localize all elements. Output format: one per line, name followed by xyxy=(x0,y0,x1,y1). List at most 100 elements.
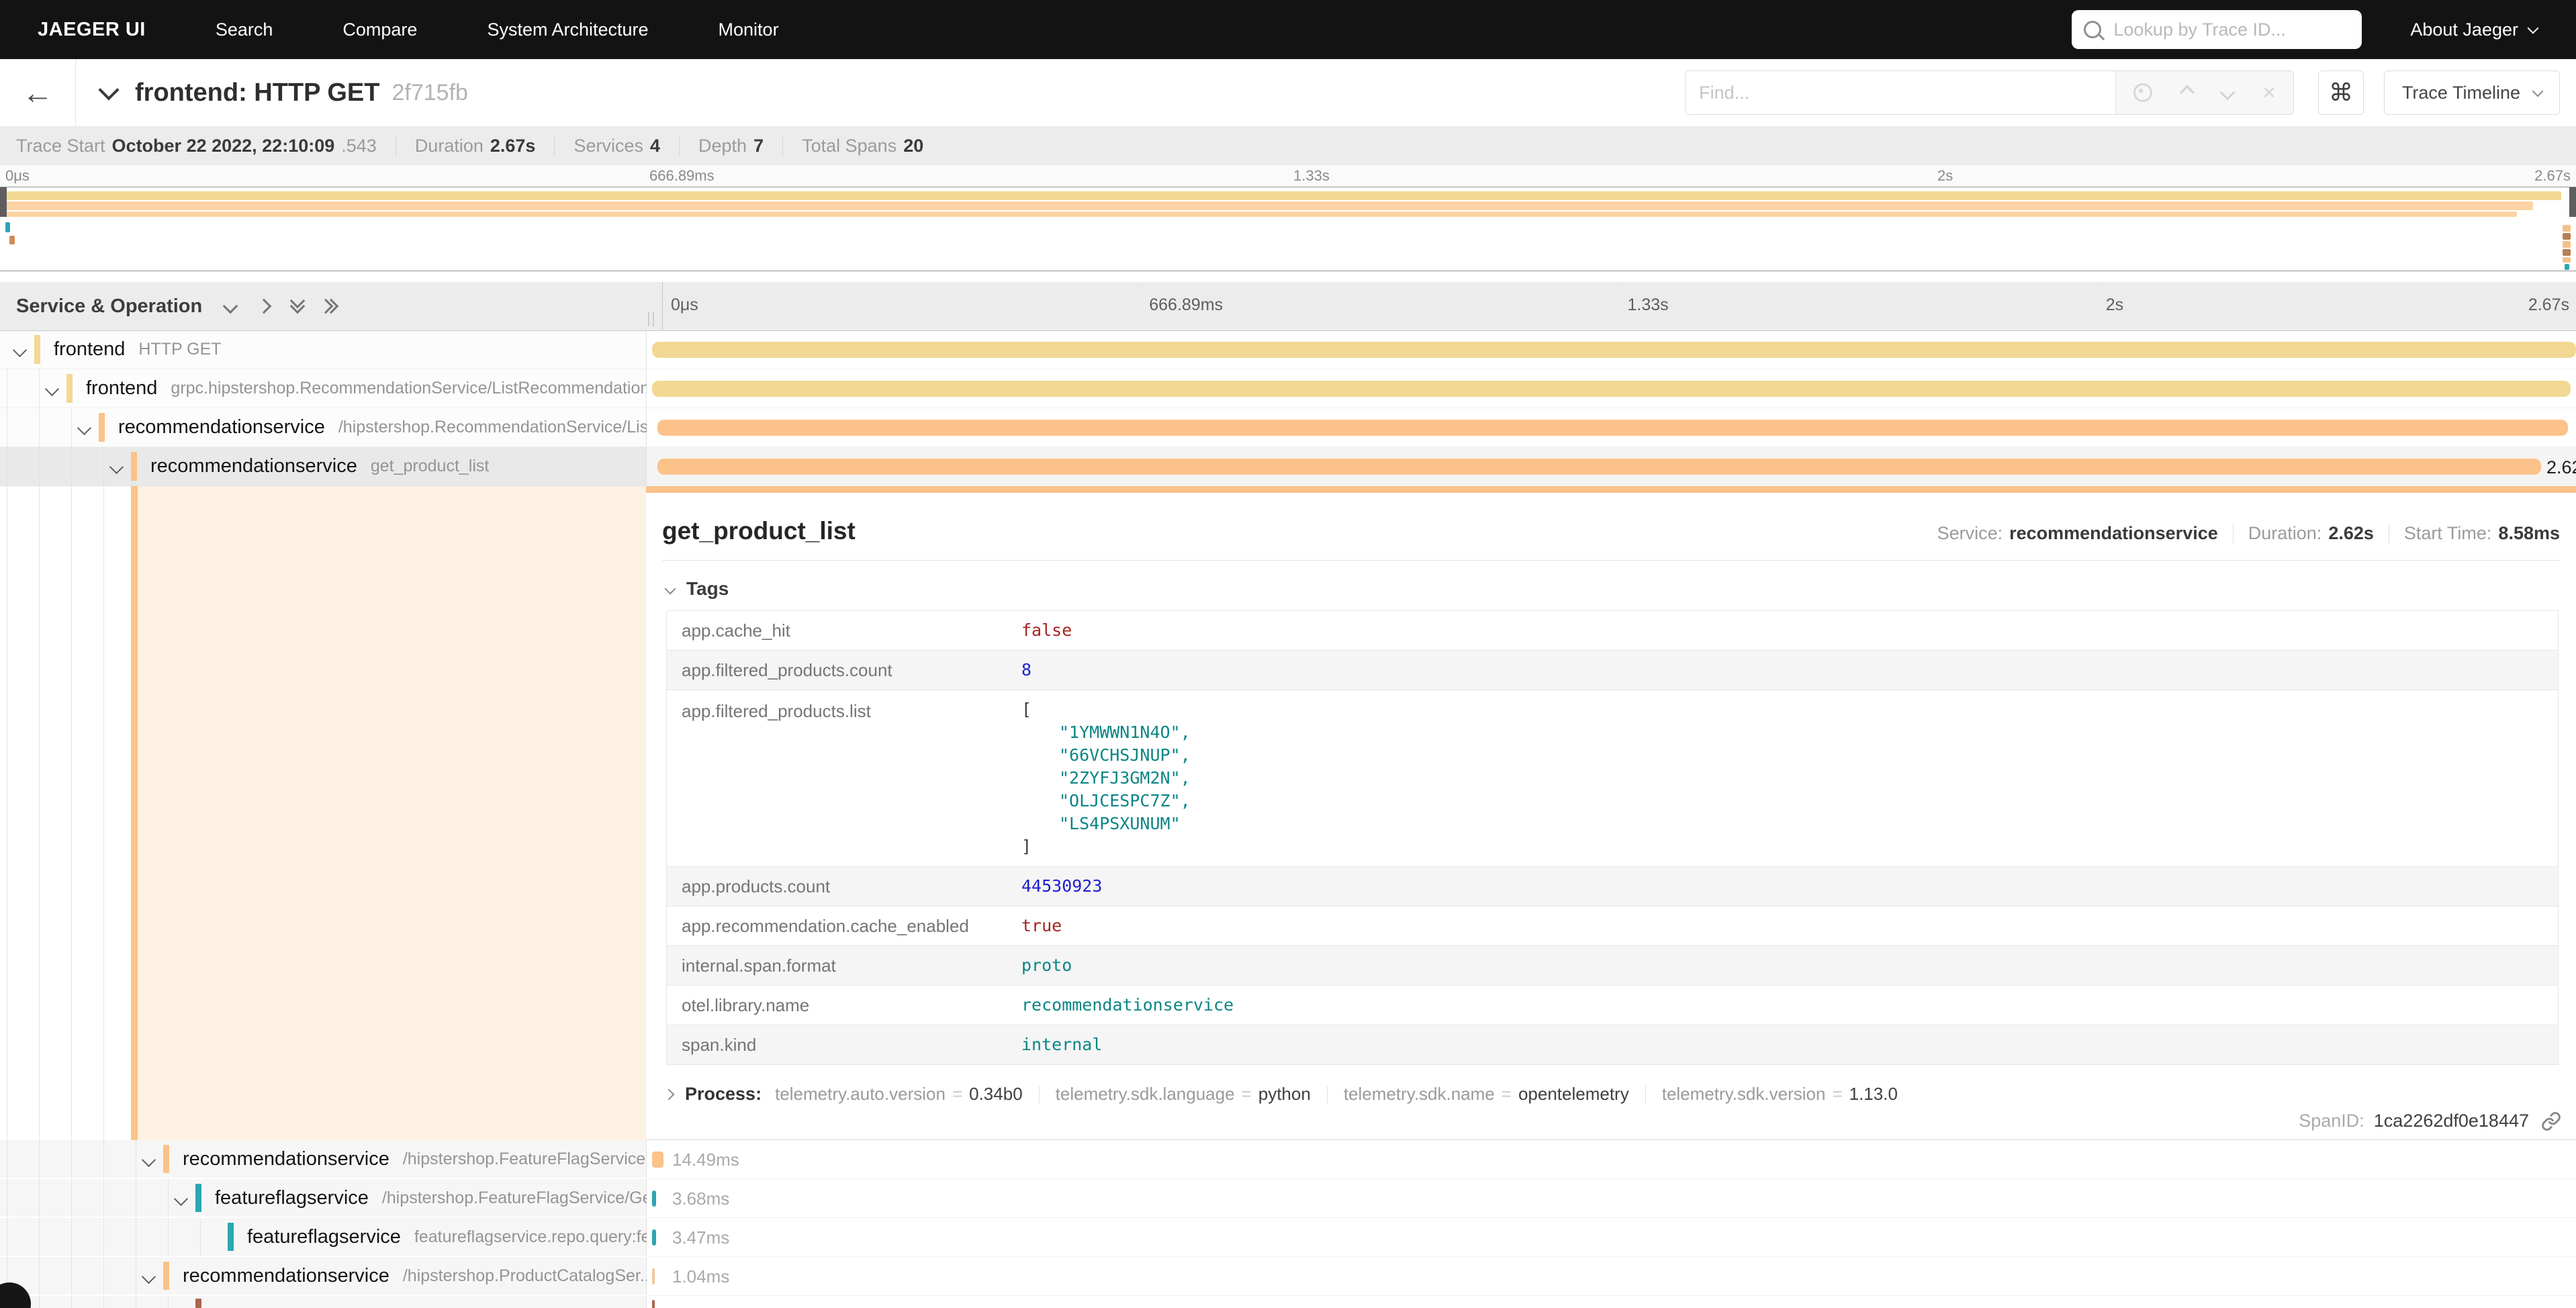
trace-minimap[interactable] xyxy=(0,187,2576,271)
span-row[interactable]: featureflagservice /hipstershop.FeatureF… xyxy=(0,1179,2576,1218)
clear-find-icon[interactable]: × xyxy=(2262,81,2276,104)
span-timeline-cell[interactable] xyxy=(647,369,2576,408)
span-duration-label: 14.49ms xyxy=(672,1150,739,1170)
span-duration-label: 1.04ms xyxy=(672,1266,729,1287)
equals-sign: = xyxy=(1832,1084,1842,1105)
about-jaeger-menu[interactable]: About Jaeger xyxy=(2410,19,2537,40)
span-duration-bar[interactable] xyxy=(652,1268,655,1284)
span-duration-bar[interactable] xyxy=(657,459,2541,475)
collapse-span-chevron-icon[interactable] xyxy=(47,384,57,398)
collapse-trace-chevron-icon[interactable] xyxy=(98,79,119,100)
trace-id-search-box[interactable] xyxy=(2072,10,2362,49)
json-list-item: "OLJCESPC7Z", xyxy=(1021,790,1191,812)
trace-id-search-input[interactable] xyxy=(2112,19,2350,41)
collapse-one-icon[interactable] xyxy=(225,301,236,312)
span-name-cell[interactable]: featureflagservice /hipstershop.FeatureF… xyxy=(0,1179,647,1218)
expand-one-icon[interactable] xyxy=(259,301,269,312)
span-duration-bar[interactable] xyxy=(652,381,2571,397)
span-duration-bar[interactable] xyxy=(652,1229,656,1246)
keyboard-shortcuts-button[interactable]: ⌘ xyxy=(2318,71,2364,115)
json-list-item: "LS4PSXUNUM" xyxy=(1021,812,1191,835)
jaeger-trace-page: JAEGER UI Search Compare System Architec… xyxy=(0,0,2576,1308)
process-accordion-header[interactable]: Process: telemetry.auto.version = 0.34b0… xyxy=(665,1084,2560,1105)
service-name: recommendationservice xyxy=(150,455,357,477)
span-timeline-cell[interactable]: 3.68ms xyxy=(647,1179,2576,1218)
trace-start-value: October 22 2022, 22:10:09 xyxy=(112,136,335,156)
collapse-span-chevron-icon[interactable] xyxy=(79,423,89,436)
span-name-cell[interactable]: recommendationservice /hipstershop.Produ… xyxy=(0,1257,647,1296)
minimap-right-scrubber-handle[interactable] xyxy=(2569,187,2576,217)
brand-jaeger-ui[interactable]: JAEGER UI xyxy=(38,19,146,41)
service-color-bar xyxy=(99,413,105,442)
indent-guides xyxy=(7,1257,136,1295)
trace-start-ms: .543 xyxy=(341,136,377,156)
collapse-span-chevron-icon[interactable] xyxy=(176,1194,186,1207)
find-input[interactable] xyxy=(1686,71,2116,114)
indent-guides xyxy=(7,408,72,447)
span-duration-label: 2.62s xyxy=(2546,457,2576,478)
back-button[interactable]: ← xyxy=(0,59,76,126)
service-color-bar xyxy=(163,1262,169,1290)
span-timeline-cell[interactable]: 1.04ms xyxy=(647,1257,2576,1296)
span-name-cell[interactable] xyxy=(0,1296,647,1308)
next-match-icon[interactable] xyxy=(2220,85,2236,101)
span-timeline-cell[interactable] xyxy=(647,330,2576,369)
span-name-cell[interactable]: recommendationservice get_product_list xyxy=(0,447,647,486)
span-duration-bar[interactable] xyxy=(652,1152,663,1168)
nav-item-search[interactable]: Search xyxy=(216,19,273,40)
expand-all-icon[interactable] xyxy=(326,301,336,312)
minimap-span-bar xyxy=(2565,264,2569,270)
collapse-span-chevron-icon[interactable] xyxy=(144,1155,154,1168)
span-row-selected[interactable]: recommendationservice get_product_list 2… xyxy=(0,447,2576,486)
focus-match-icon[interactable] xyxy=(2133,83,2152,102)
span-name-cell[interactable]: frontend HTTP GET xyxy=(0,330,647,369)
span-row-partial[interactable] xyxy=(0,1296,2576,1308)
span-name-cell[interactable]: frontend grpc.hipstershop.Recommendation… xyxy=(0,369,647,408)
span-row[interactable]: recommendationservice /hipstershop.Featu… xyxy=(0,1140,2576,1179)
axis-tick: 1.33s xyxy=(1628,295,1669,315)
span-timeline-cell[interactable]: 2.62s xyxy=(647,447,2576,486)
indent-guides xyxy=(7,486,136,1140)
service-label: Service: xyxy=(1937,523,2003,544)
span-duration-bar[interactable] xyxy=(652,342,2576,358)
minimap-left-scrubber-handle[interactable] xyxy=(0,187,7,217)
span-detail-highlight xyxy=(138,486,646,1140)
span-name-cell[interactable]: recommendationservice /hipstershop.Featu… xyxy=(0,1140,647,1179)
nav-item-compare[interactable]: Compare xyxy=(342,19,417,40)
operation-name: /hipstershop.RecommendationService/Lis..… xyxy=(338,418,662,437)
tags-accordion-header[interactable]: Tags xyxy=(666,578,2560,600)
tag-row: app.cache_hit false xyxy=(667,611,2558,651)
trace-view-selector[interactable]: Trace Timeline xyxy=(2384,71,2560,115)
span-row[interactable]: featureflagservice featureflagservice.re… xyxy=(0,1218,2576,1257)
nav-item-monitor[interactable]: Monitor xyxy=(719,19,779,40)
collapse-span-chevron-icon[interactable] xyxy=(111,462,122,475)
span-row[interactable]: frontend HTTP GET xyxy=(0,330,2576,369)
link-icon[interactable] xyxy=(2541,1111,2561,1131)
service-color-bar xyxy=(163,1145,169,1173)
tag-key: span.kind xyxy=(667,1035,1021,1056)
span-row[interactable]: frontend grpc.hipstershop.Recommendation… xyxy=(0,369,2576,408)
span-row[interactable]: recommendationservice /hipstershop.Produ… xyxy=(0,1257,2576,1296)
span-duration-bar[interactable] xyxy=(652,1300,655,1308)
span-timeline-cell[interactable]: 14.49ms xyxy=(647,1140,2576,1179)
span-row[interactable]: recommendationservice /hipstershop.Recom… xyxy=(0,408,2576,447)
collapse-all-icon[interactable] xyxy=(292,301,303,312)
span-timeline-cell[interactable] xyxy=(647,1296,2576,1308)
span-name-cell[interactable]: featureflagservice featureflagservice.re… xyxy=(0,1218,647,1257)
collapse-span-chevron-icon[interactable] xyxy=(144,1272,154,1285)
column-resizer-grip[interactable] xyxy=(648,312,654,326)
span-duration-bar[interactable] xyxy=(652,1190,656,1207)
collapse-span-chevron-icon[interactable] xyxy=(15,345,25,359)
minimap-span-bar xyxy=(2563,225,2571,232)
service-color-bar xyxy=(66,374,73,403)
span-duration-label: 3.47ms xyxy=(672,1227,729,1248)
nav-item-system-architecture[interactable]: System Architecture xyxy=(487,19,648,40)
span-duration-bar[interactable] xyxy=(657,420,2568,436)
span-id-label: SpanID: xyxy=(2299,1111,2364,1131)
operation-name: get_product_list xyxy=(371,457,490,476)
span-timeline-cell[interactable] xyxy=(647,408,2576,447)
span-name-cell[interactable]: recommendationservice /hipstershop.Recom… xyxy=(0,408,647,447)
service-color-bar xyxy=(195,1184,201,1212)
prev-match-icon[interactable] xyxy=(2180,85,2195,101)
span-timeline-cell[interactable]: 3.47ms xyxy=(647,1218,2576,1257)
